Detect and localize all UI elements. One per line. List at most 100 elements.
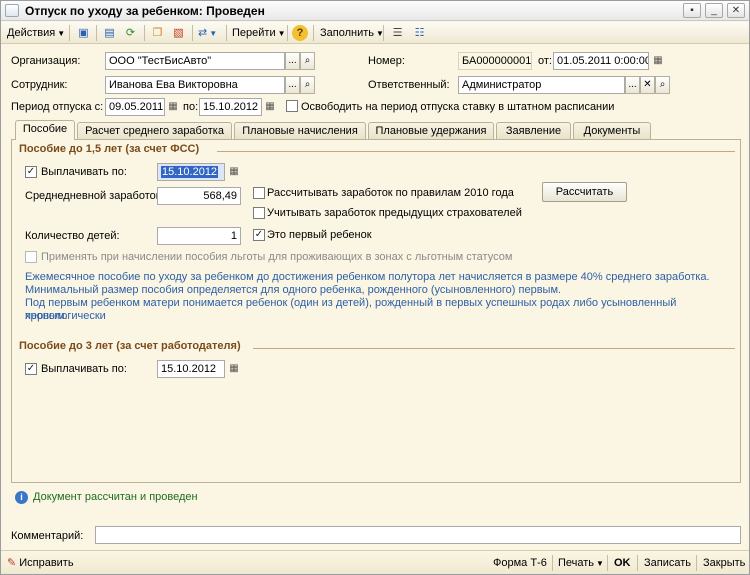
- search-icon[interactable]: ⌕: [300, 76, 315, 94]
- toolbar-divider: [192, 25, 193, 41]
- toolbar-divider: [383, 25, 384, 41]
- search-icon[interactable]: ⌕: [300, 52, 315, 70]
- list-icon[interactable]: ☰: [389, 25, 406, 41]
- children-count-field[interactable]: 1: [157, 227, 241, 245]
- children-count-label: Количество детей:: [25, 230, 120, 242]
- tab-planned-accruals[interactable]: Плановые начисления: [234, 122, 366, 139]
- toolbar-divider: [637, 555, 638, 571]
- form-t6-button[interactable]: Форма Т-6: [493, 555, 547, 571]
- pay-until-3-date-field[interactable]: 15.10.2012: [157, 360, 225, 378]
- close-button[interactable]: Закрыть: [703, 555, 745, 571]
- window-menu-button[interactable]: ▪: [683, 3, 701, 18]
- tab-average-earnings[interactable]: Расчет среднего заработка: [77, 122, 232, 139]
- responsible-select-button[interactable]: ...: [625, 76, 640, 94]
- employee-field[interactable]: Иванова Ева Викторовна: [105, 76, 285, 94]
- structure-icon[interactable]: ⇄ ▼: [198, 25, 217, 41]
- pay-until-checkbox[interactable]: ✓: [25, 166, 37, 178]
- goto-menu[interactable]: Перейти ▼: [232, 25, 286, 41]
- help-icon[interactable]: ?: [292, 25, 308, 41]
- pay-until-label: Выплачивать по:: [41, 166, 127, 178]
- avg-earnings-label: Среднедневной заработок:: [25, 190, 164, 202]
- pay-until-3-checkbox[interactable]: ✓: [25, 363, 37, 375]
- organization-label: Организация:: [11, 55, 81, 67]
- actions-menu-label: Действия: [7, 27, 56, 39]
- status-message: Документ рассчитан и проведен: [33, 491, 198, 503]
- toolbar-divider: [287, 25, 288, 41]
- toolbar-divider: [69, 25, 70, 41]
- number-field: БА000000001: [458, 52, 532, 70]
- section-divider: [217, 151, 735, 152]
- info-text-line: Минимальный размер пособия определяется …: [25, 284, 562, 296]
- period-to-field[interactable]: 15.10.2012: [199, 98, 262, 116]
- comment-field[interactable]: [95, 526, 741, 544]
- print-menu-label: Печать: [558, 557, 595, 569]
- post-icon[interactable]: ▤: [101, 25, 118, 41]
- calendar-icon[interactable]: ▦: [263, 98, 277, 116]
- calculate-button[interactable]: Рассчитать: [542, 182, 627, 202]
- settings-list-icon[interactable]: ☷: [411, 25, 428, 41]
- calendar-icon[interactable]: ▦: [227, 163, 241, 181]
- responsible-label: Ответственный:: [368, 79, 450, 91]
- actions-menu[interactable]: Действия ▼: [7, 25, 65, 41]
- tab-documents[interactable]: Документы: [573, 122, 651, 139]
- avg-earnings-field[interactable]: 568,49: [157, 187, 241, 205]
- calendar-icon[interactable]: ▦: [166, 98, 180, 116]
- section-title-benefit-3: Пособие до 3 лет (за счет работодателя): [19, 340, 241, 352]
- responsible-field[interactable]: Администратор: [458, 76, 625, 94]
- close-window-button[interactable]: ✕: [727, 3, 745, 18]
- clear-icon[interactable]: ✕: [640, 76, 655, 94]
- ok-button[interactable]: OK: [614, 555, 631, 571]
- info-icon: i: [15, 491, 28, 504]
- period-label: Период отпуска с:: [11, 101, 104, 113]
- number-label: Номер:: [368, 55, 405, 67]
- refresh-icon[interactable]: ⟳: [122, 25, 139, 41]
- new-doc-icon[interactable]: ▣: [75, 25, 92, 41]
- fix-button[interactable]: ✎ Исправить: [7, 555, 74, 571]
- toolbar-divider: [607, 555, 608, 571]
- toolbar-divider: [552, 555, 553, 571]
- calendar-icon[interactable]: ▦: [227, 360, 241, 378]
- tab-application[interactable]: Заявление: [496, 122, 571, 139]
- release-rate-label: Освободить на период отпуска ставку в шт…: [301, 101, 615, 113]
- copy-icon[interactable]: ❐: [149, 25, 166, 41]
- prev-insurers-checkbox[interactable]: [253, 207, 265, 219]
- search-icon[interactable]: ⌕: [655, 76, 670, 94]
- toolbar-divider: [696, 555, 697, 571]
- employee-label: Сотрудник:: [11, 79, 68, 91]
- info-text-line: Под первым ребенком матери понимается ре…: [25, 297, 677, 322]
- fill-menu-label: Заполнить: [320, 27, 375, 39]
- toolbar-divider: [313, 25, 314, 41]
- zones-label: Применять при начислении пособия льготы …: [41, 251, 513, 263]
- first-child-checkbox[interactable]: ✓: [253, 229, 265, 241]
- pay-until-date-value: 15.10.2012: [161, 166, 219, 178]
- rules-2010-checkbox[interactable]: [253, 187, 265, 199]
- period-from-field[interactable]: 09.05.2011: [105, 98, 165, 116]
- window-title: Отпуск по уходу за ребенком: Проведен: [25, 4, 265, 18]
- employee-select-button[interactable]: ...: [285, 76, 300, 94]
- minimize-button[interactable]: _: [705, 3, 723, 18]
- print-menu[interactable]: Печать ▼: [558, 555, 604, 571]
- release-rate-checkbox[interactable]: [286, 100, 298, 112]
- fix-button-label: Исправить: [19, 557, 74, 569]
- zones-checkbox[interactable]: [25, 251, 37, 263]
- info-text-line: Ежемесячное пособие по уходу за ребенком…: [25, 271, 710, 283]
- comment-label: Комментарий:: [11, 530, 84, 542]
- first-child-label: Это первый ребенок: [267, 229, 372, 241]
- organization-field[interactable]: ООО "ТестБисАвто": [105, 52, 285, 70]
- calendar-icon[interactable]: ▦: [651, 52, 665, 70]
- prev-insurers-label: Учитывать заработок предыдущих страховат…: [267, 207, 522, 219]
- fill-menu[interactable]: Заполнить ▼: [320, 25, 384, 41]
- period-to-label: по:: [183, 101, 199, 113]
- organization-select-button[interactable]: ...: [285, 52, 300, 70]
- pay-until-date-field[interactable]: 15.10.2012: [157, 163, 225, 181]
- toolbar-divider: [226, 25, 227, 41]
- pay-until-3-label: Выплачивать по:: [41, 363, 127, 375]
- tab-benefit[interactable]: Пособие: [15, 120, 75, 140]
- tab-planned-deductions[interactable]: Плановые удержания: [368, 122, 494, 139]
- section-divider: [253, 348, 735, 349]
- save-button[interactable]: Записать: [644, 555, 691, 571]
- document-icon: [5, 4, 19, 17]
- date-field[interactable]: 01.05.2011 0:00:00: [553, 52, 649, 70]
- unpost-icon[interactable]: ▧: [170, 25, 187, 41]
- edit-icon: ✎: [7, 557, 17, 569]
